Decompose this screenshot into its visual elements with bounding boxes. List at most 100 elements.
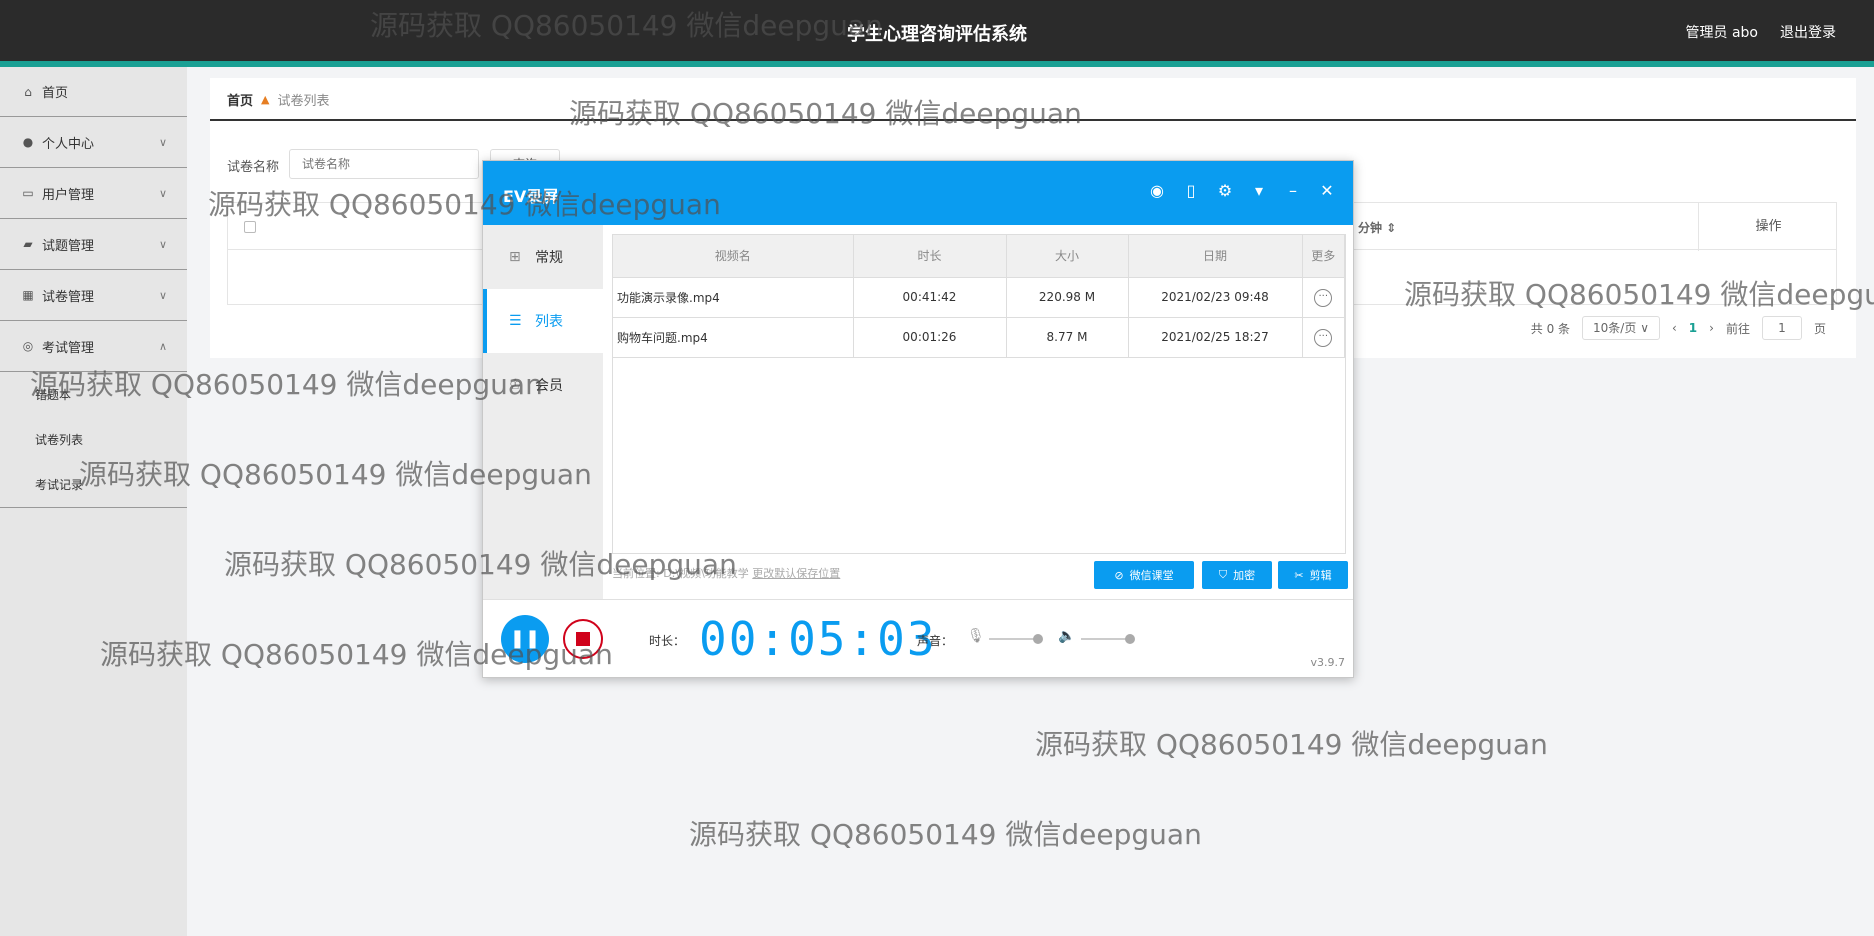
prev-page-icon[interactable]: ‹ [1672, 321, 1677, 335]
settings-icon: ◎ [22, 339, 34, 353]
dropdown-icon[interactable]: ▾ [1249, 181, 1269, 201]
more-cell: ··· [1302, 317, 1345, 358]
sidebar-item-home[interactable]: ⌂ 首页 [0, 67, 187, 117]
search-input[interactable] [289, 149, 479, 179]
encrypt-button[interactable]: ⛉ 加密 [1202, 561, 1272, 589]
ev-title: EV录屏 [503, 187, 559, 206]
next-page-icon[interactable]: › [1709, 321, 1714, 335]
exam-submenu: 错题本 试卷列表 考试记录 [0, 372, 187, 508]
column-operations: 操作 [1698, 203, 1838, 251]
ev-titlebar[interactable]: EV录屏 ◉ ▯ ⚙ ▾ – ✕ [483, 161, 1353, 225]
wechat-class-button[interactable]: ⊘ 微信课堂 [1094, 561, 1194, 589]
watermark-text: 源码获取 QQ86050149 微信deepguan [1035, 728, 1548, 761]
ev-tab-label: 列表 [535, 314, 563, 330]
select-all-checkbox[interactable] [244, 221, 256, 233]
pager-total: 共 0 条 [1530, 321, 1571, 336]
mobile-icon[interactable]: ▯ [1181, 181, 1201, 201]
ev-tab-label: 会员 [535, 378, 563, 394]
video-name: 购物车问题.mp4 [613, 317, 854, 358]
sidebar-item-label: 试卷管理 [42, 289, 95, 305]
video-date: 2021/02/23 09:48 [1128, 277, 1303, 318]
sidebar-item-user-management[interactable]: ▭ 用户管理 ∨ [0, 168, 187, 219]
page-unit-label: 页 [1813, 321, 1826, 336]
video-size: 220.98 M [1006, 277, 1129, 318]
logout-button[interactable]: 退出登录 [1780, 22, 1836, 42]
speaker-icon[interactable]: 🔈 [1058, 628, 1075, 644]
more-options-icon[interactable]: ··· [1314, 288, 1333, 307]
sidebar-subitem-paper-list[interactable]: 试卷列表 [0, 417, 187, 462]
mic-volume-knob[interactable] [1033, 634, 1043, 644]
speaker-volume-knob[interactable] [1125, 634, 1135, 644]
person-icon: ● [22, 135, 34, 149]
goto-label: 前往 [1725, 321, 1750, 336]
briefcase-icon: ▰ [23, 237, 33, 251]
stop-icon [576, 632, 590, 646]
column-minutes-label: 分钟 [1358, 221, 1383, 235]
sidebar-item-question-management[interactable]: ▰ 试题管理 ∨ [0, 219, 187, 270]
ev-tab-general[interactable]: ⊞ 常规 [483, 225, 603, 289]
column-size: 大小 [1006, 235, 1129, 278]
shield-icon: ⛉ [1218, 568, 1228, 581]
more-options-icon[interactable]: ··· [1314, 328, 1333, 347]
close-icon[interactable]: ✕ [1317, 181, 1337, 201]
table-row[interactable]: 购物车问题.mp4 00:01:26 8.77 M 2021/02/25 18:… [613, 317, 1345, 358]
sidebar-item-label: 用户管理 [42, 187, 95, 203]
sidebar-subitem-exam-records[interactable]: 考试记录 [0, 462, 187, 507]
video-size: 8.77 M [1006, 317, 1129, 358]
column-minutes[interactable]: 分钟 ⇕ [1358, 219, 1396, 236]
speaker-volume-slider[interactable] [1081, 638, 1129, 640]
change-save-path-link[interactable]: 更改默认保存位置 [752, 567, 840, 580]
home-icon: ⌂ [24, 84, 32, 99]
top-header: 学生心理咨询评估系统 管理员 abo 退出登录 [0, 0, 1874, 67]
video-name: 功能演示录像.mp4 [613, 277, 854, 318]
minimize-icon[interactable]: – [1283, 181, 1303, 201]
page-size-select[interactable]: 10条/页 ∨ [1582, 316, 1660, 340]
video-list-table: 视频名 时长 大小 日期 更多 功能演示录像.mp4 00:41:42 220.… [612, 234, 1346, 554]
sidebar-item-label: 个人中心 [42, 136, 95, 152]
breadcrumb-divider [210, 119, 1856, 121]
current-page[interactable]: 1 [1689, 321, 1697, 335]
table-row[interactable]: 功能演示录像.mp4 00:41:42 220.98 M 2021/02/23 … [613, 277, 1345, 318]
chevron-down-icon: ∨ [158, 237, 167, 251]
stop-button[interactable] [563, 619, 603, 659]
breadcrumb-home[interactable]: 首页 [227, 90, 253, 109]
goto-page-input[interactable]: 1 [1761, 316, 1802, 340]
scissors-icon: ✂ [1294, 568, 1304, 582]
chevron-down-icon: ∨ [158, 135, 167, 149]
ev-tab-member[interactable]: ♔ 会员 [483, 353, 603, 417]
ev-window-controls: ◉ ▯ ⚙ ▾ – ✕ [1147, 181, 1337, 201]
sidebar-item-label: 试题管理 [42, 238, 95, 254]
pagination: 共 0 条 10条/页 ∨ ‹ 1 › 前往 1 页 [1531, 316, 1826, 340]
column-video-name: 视频名 [613, 235, 854, 278]
save-path: 当前位置: D:\视频\功能教学 更改默认保存位置 [612, 565, 840, 581]
pause-button[interactable]: ❚❚ [501, 615, 549, 663]
chevron-up-icon: ∧ [158, 339, 167, 353]
edit-label: 剪辑 [1309, 569, 1332, 582]
id-card-icon: ▭ [22, 186, 34, 200]
table-header-row: 视频名 时长 大小 日期 更多 [613, 235, 1345, 278]
account-icon[interactable]: ◉ [1147, 181, 1167, 201]
sidebar-item-paper-management[interactable]: ▦ 试卷管理 ∨ [0, 270, 187, 321]
sidebar-item-exam-management[interactable]: ◎ 考试管理 ∧ [0, 321, 187, 372]
duration-label: 时长： [649, 634, 686, 648]
sidebar-item-personal-center[interactable]: ● 个人中心 ∨ [0, 117, 187, 168]
settings-icon[interactable]: ⚙ [1215, 181, 1235, 201]
edit-button[interactable]: ✂ 剪辑 [1278, 561, 1348, 589]
microphone-icon[interactable]: 🎙 [967, 628, 985, 644]
recording-timer: 00:05:03 [699, 612, 937, 666]
version-label: v3.9.7 [1310, 656, 1346, 669]
ev-tab-label: 常规 [535, 250, 563, 266]
sort-icon: ⇕ [1386, 221, 1397, 235]
column-more: 更多 [1302, 235, 1345, 278]
encrypt-label: 加密 [1233, 569, 1256, 582]
mic-volume-slider[interactable] [989, 638, 1037, 640]
flame-icon: ▲ [261, 93, 270, 106]
grid-icon: ⊞ [509, 249, 521, 265]
ev-tab-list[interactable]: ☰ 列表 [483, 289, 603, 353]
search-label: 试卷名称 [227, 160, 280, 175]
page-size-label: 10条/页 [1593, 321, 1637, 335]
sidebar-item-label: 考试管理 [42, 340, 95, 356]
wechat-class-label: 微信课堂 [1129, 569, 1174, 582]
sidebar-subitem-wrong-questions[interactable]: 错题本 [0, 372, 187, 417]
video-duration: 00:01:26 [853, 317, 1007, 358]
